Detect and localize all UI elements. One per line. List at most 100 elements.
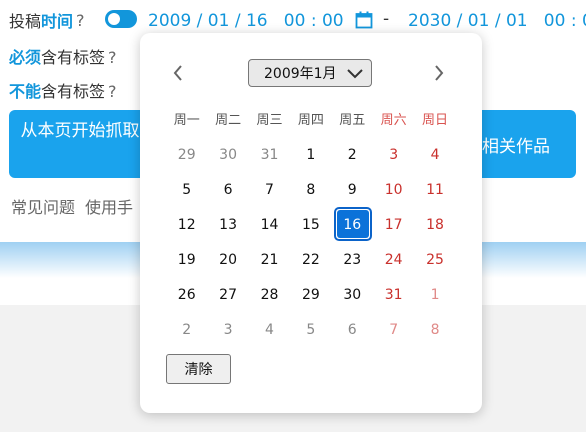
date-picker-popup: 2009年1月 周一 周二 周三 周四 周五 周六 周日 29 30 31 1 2 3 4 5…	[140, 33, 482, 413]
calendar-day-number: 31	[260, 146, 279, 163]
calendar-day-number: 30	[343, 286, 362, 303]
help-links: 常见问题 使用手	[11, 194, 143, 218]
calendar-week-row: 12 13 14 15 16 17 18	[166, 207, 456, 242]
calendar-day[interactable]: 26	[166, 277, 207, 312]
calendar-week-row: 29 30 31 1 2 3 4	[166, 137, 456, 172]
calendar-day[interactable]: 12	[166, 207, 207, 242]
calendar-day[interactable]: 30	[207, 137, 248, 172]
calendar-day[interactable]: 31	[249, 137, 290, 172]
calendar-day-number: 1	[306, 146, 316, 163]
help-icon[interactable]: ?	[108, 82, 117, 101]
calendar-day-number: 1	[430, 286, 440, 303]
calendar-day[interactable]: 10	[373, 172, 414, 207]
calendar-week-row: 19 20 21 22 23 24 25	[166, 242, 456, 277]
calendar-day-number: 8	[430, 321, 440, 338]
calendar-day-number: 13	[219, 216, 237, 233]
calendar-day[interactable]: 30	[332, 277, 373, 312]
calendar-day[interactable]: 18	[414, 207, 455, 242]
calendar-day[interactable]: 9	[332, 172, 373, 207]
calendar-day[interactable]: 1	[290, 137, 331, 172]
calendar-day-number: 3	[223, 321, 233, 338]
calendar-day-number: 17	[384, 216, 403, 233]
post-time-toggle[interactable]	[105, 10, 137, 28]
calendar-day[interactable]: 29	[290, 277, 331, 312]
calendar-day-number: 24	[384, 251, 403, 268]
calendar-day-number: 23	[343, 251, 362, 268]
calendar-day-number: 25	[426, 251, 444, 268]
calendar-day[interactable]: 31	[373, 277, 414, 312]
calendar-day-number: 11	[426, 181, 444, 198]
calendar-day[interactable]: 5	[166, 172, 207, 207]
help-icon[interactable]: ?	[76, 11, 85, 30]
mustnot-highlight: 不能	[9, 82, 42, 101]
calendar-day[interactable]: 24	[373, 242, 414, 277]
end-date-input[interactable]: 2030 / 01 / 01 00 : 00	[408, 11, 586, 31]
calendar-day[interactable]: 7	[373, 312, 414, 347]
calendar-day-number: 26	[177, 286, 196, 303]
calendar-day[interactable]: 21	[249, 242, 290, 277]
calendar-day[interactable]: 29	[166, 137, 207, 172]
calendar-day[interactable]: 19	[166, 242, 207, 277]
calendar-day-number: 20	[219, 251, 237, 268]
start-date-input[interactable]: 2009 / 01 / 16 00 : 00	[148, 11, 344, 31]
weekday-label: 周一	[173, 113, 200, 128]
calendar-day-number: 29	[177, 146, 196, 163]
weekday-label: 周三	[256, 113, 283, 128]
calendar-day[interactable]: 11	[414, 172, 455, 207]
calendar-day-selected[interactable]: 16	[332, 207, 373, 242]
calendar-day[interactable]: 27	[207, 277, 248, 312]
calendar-day[interactable]: 8	[414, 312, 455, 347]
calendar-day[interactable]: 14	[249, 207, 290, 242]
clear-button[interactable]: 清除	[166, 354, 231, 384]
chevron-left-icon[interactable]	[168, 63, 188, 83]
calendar-day[interactable]: 6	[207, 172, 248, 207]
help-icon[interactable]: ?	[108, 48, 117, 67]
calendar-day-number: 10	[384, 181, 403, 198]
weekday-label: 周日	[422, 113, 449, 128]
calendar-day-number: 8	[306, 181, 316, 198]
calendar-day[interactable]: 15	[290, 207, 331, 242]
calendar-week-row: 5 6 7 8 9 10 11	[166, 172, 456, 207]
calendar-day-number: 2	[347, 146, 357, 163]
toggle-knob	[108, 13, 120, 25]
chevron-down-icon	[347, 69, 363, 79]
weekday-label: 周六	[380, 113, 407, 128]
calendar-day-number: 28	[260, 286, 279, 303]
month-select[interactable]: 2009年1月	[248, 59, 372, 87]
calendar-day[interactable]: 22	[290, 242, 331, 277]
calendar-day[interactable]: 23	[332, 242, 373, 277]
calendar-day-number: 6	[347, 321, 357, 338]
calendar-day[interactable]: 4	[249, 312, 290, 347]
manual-link[interactable]: 使用手	[85, 198, 133, 217]
calendar-day[interactable]: 5	[290, 312, 331, 347]
calendar-day[interactable]: 2	[332, 137, 373, 172]
calendar-day-number: 6	[223, 181, 233, 198]
calendar-day[interactable]: 1	[414, 277, 455, 312]
calendar-day-number: 30	[219, 146, 237, 163]
calendar-week-row: 2 3 4 5 6 7 8	[166, 312, 456, 347]
calendar-day[interactable]: 17	[373, 207, 414, 242]
calendar-day-number: 14	[260, 216, 279, 233]
calendar-day[interactable]: 3	[373, 137, 414, 172]
chevron-right-icon[interactable]	[429, 63, 449, 83]
calendar-day-number: 4	[430, 146, 440, 163]
date-range-separator: -	[383, 9, 390, 29]
calendar-day[interactable]: 3	[207, 312, 248, 347]
faq-link[interactable]: 常见问题	[11, 198, 75, 217]
calendar-icon[interactable]	[355, 11, 373, 29]
calendar-day[interactable]: 28	[249, 277, 290, 312]
calendar-day-number: 9	[347, 181, 357, 198]
calendar-day[interactable]: 7	[249, 172, 290, 207]
calendar-day[interactable]: 6	[332, 312, 373, 347]
calendar-day-number: 7	[265, 181, 274, 198]
must-highlight: 必须	[9, 48, 42, 67]
calendar-day[interactable]: 20	[207, 242, 248, 277]
calendar-day[interactable]: 2	[166, 312, 207, 347]
calendar-day[interactable]: 25	[414, 242, 455, 277]
calendar-day[interactable]: 4	[414, 137, 455, 172]
calendar-day-number: 7	[389, 321, 399, 338]
calendar-day[interactable]: 8	[290, 172, 331, 207]
calendar-day-number: 15	[301, 216, 320, 233]
calendar-day[interactable]: 13	[207, 207, 248, 242]
calendar-day-number: 27	[219, 286, 237, 303]
